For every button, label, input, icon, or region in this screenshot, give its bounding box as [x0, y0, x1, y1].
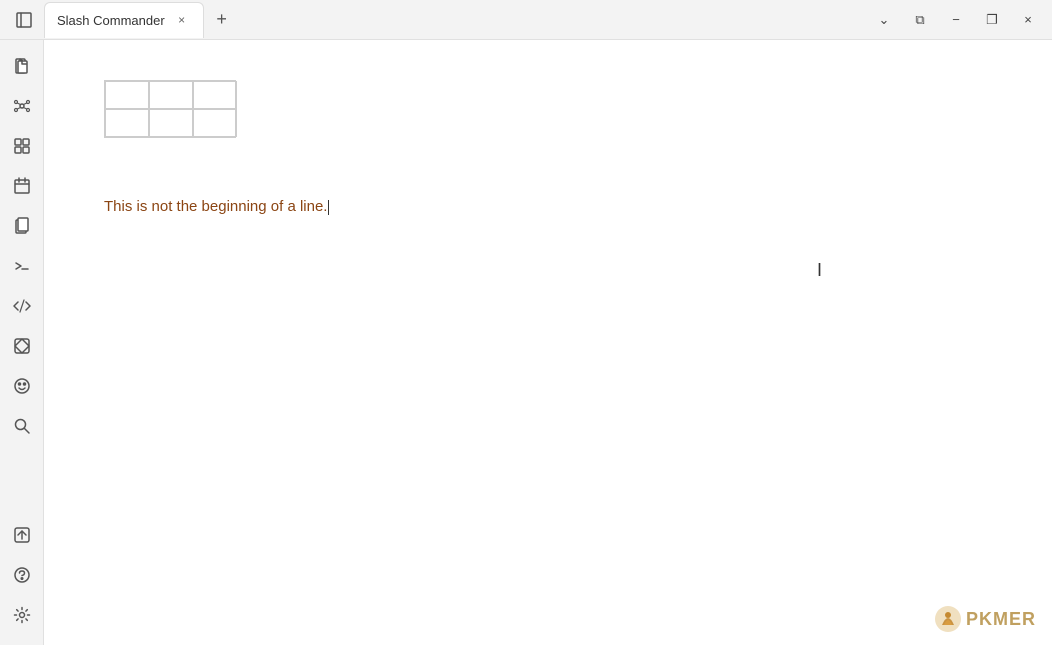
help-icon — [13, 566, 31, 584]
sidebar-item-search[interactable] — [4, 408, 40, 444]
tab-new-button[interactable]: + — [208, 6, 236, 34]
tab-close-button[interactable]: × — [173, 11, 191, 29]
table-cell-2-1 — [105, 109, 149, 137]
sidebar-item-help[interactable] — [4, 557, 40, 593]
settings-icon — [13, 606, 31, 624]
sidebar-item-code[interactable] — [4, 288, 40, 324]
pkmer-icon — [934, 605, 962, 633]
text-cursor — [328, 200, 329, 215]
publish-icon — [13, 526, 31, 544]
sidebar-item-widget[interactable] — [4, 328, 40, 364]
table-cell-1-2 — [149, 81, 193, 109]
content-text: This is not the beginning of a line. — [104, 198, 992, 215]
sidebar-item-terminal[interactable] — [4, 248, 40, 284]
content-area[interactable]: This is not the beginning of a line. I P… — [44, 40, 1052, 645]
sidebar-item-extensions[interactable] — [4, 128, 40, 164]
emoji-icon — [13, 377, 31, 395]
terminal-icon — [13, 257, 31, 275]
graph-icon — [13, 97, 31, 115]
minimize-button[interactable]: − — [940, 4, 972, 36]
sidebar-item-settings[interactable] — [4, 597, 40, 633]
close-button[interactable]: × — [1012, 4, 1044, 36]
table-cell-2-3 — [193, 109, 237, 137]
title-bar: Slash Commander × + ⌄ ⧉ − ❐ × — [0, 0, 1052, 40]
tab-area: Slash Commander × + — [44, 0, 868, 39]
table-cell-1-1 — [105, 81, 149, 109]
restore-button[interactable]: ❐ — [976, 4, 1008, 36]
split-view-button[interactable]: ⧉ — [904, 4, 936, 36]
sidebar-toggle-icon — [15, 11, 33, 29]
sidebar-toggle-button[interactable] — [8, 4, 40, 36]
code-icon — [13, 297, 31, 315]
app-body: This is not the beginning of a line. I P… — [0, 40, 1052, 645]
sidebar — [0, 40, 44, 645]
window-controls: ⌄ ⧉ − ❐ × — [868, 4, 1044, 36]
files-icon — [13, 57, 31, 75]
extensions-icon — [13, 137, 31, 155]
tab-slash-commander[interactable]: Slash Commander × — [44, 2, 204, 38]
sidebar-item-emoji[interactable] — [4, 368, 40, 404]
sidebar-item-graph[interactable] — [4, 88, 40, 124]
dropdown-button[interactable]: ⌄ — [868, 4, 900, 36]
content-text-value: This is not the beginning of a line. — [104, 198, 327, 215]
sidebar-item-pages[interactable] — [4, 208, 40, 244]
table-cell-2-2 — [149, 109, 193, 137]
widget-icon — [13, 337, 31, 355]
table-widget — [104, 80, 236, 138]
pages-icon — [13, 217, 31, 235]
sidebar-item-publish[interactable] — [4, 517, 40, 553]
pkmer-text: PKMER — [966, 609, 1036, 630]
sidebar-item-calendar[interactable] — [4, 168, 40, 204]
calendar-icon — [13, 177, 31, 195]
search-icon — [13, 417, 31, 435]
mouse-cursor-indicator: I — [817, 260, 822, 281]
pkmer-logo: PKMER — [934, 605, 1036, 633]
tab-title: Slash Commander — [57, 13, 165, 28]
sidebar-item-files[interactable] — [4, 48, 40, 84]
table-cell-1-3 — [193, 81, 237, 109]
